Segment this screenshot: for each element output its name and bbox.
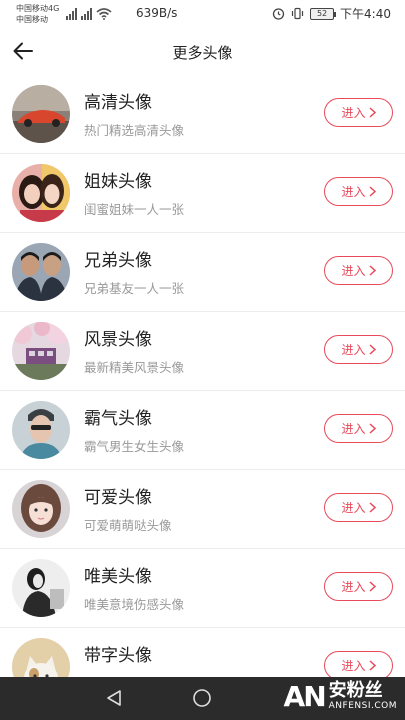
item-title: 霸气头像 bbox=[84, 409, 152, 429]
signal-group bbox=[66, 6, 112, 20]
nav-back-icon[interactable] bbox=[106, 689, 122, 707]
watermark-logo: AN bbox=[283, 680, 327, 713]
cat-with-text-avatar bbox=[12, 638, 70, 677]
item-title: 姐妹头像 bbox=[84, 172, 152, 192]
enter-label: 进入 bbox=[341, 659, 366, 673]
status-right: 52 下午4:40 bbox=[272, 5, 391, 22]
item-desc: 兄弟基友一人一张 bbox=[84, 281, 185, 296]
network-speed: 639B/s bbox=[136, 6, 178, 20]
chevron-right-icon bbox=[368, 265, 376, 276]
item-title: 唯美头像 bbox=[84, 567, 152, 587]
chevron-right-icon bbox=[368, 186, 376, 197]
cute-avatar bbox=[12, 480, 70, 538]
enter-button[interactable]: 进入 bbox=[324, 572, 393, 601]
chevron-right-icon bbox=[368, 344, 376, 355]
domineering-avatar bbox=[12, 401, 70, 459]
enter-label: 进入 bbox=[341, 264, 366, 278]
item-desc: 霸气男生女生头像 bbox=[84, 439, 185, 454]
list-item-cute[interactable]: 可爱头像 可爱萌萌哒头像 进入 bbox=[0, 470, 405, 549]
list-item-domineering[interactable]: 霸气头像 霸气男生女生头像 进入 bbox=[0, 391, 405, 470]
list-item-brothers[interactable]: 兄弟头像 兄弟基友一人一张 进入 bbox=[0, 233, 405, 312]
brothers-avatar bbox=[12, 243, 70, 301]
chevron-right-icon bbox=[368, 660, 376, 671]
sisters-avatar bbox=[12, 164, 70, 222]
watermark: AN 安粉丝 ANFENSI.COM bbox=[284, 680, 397, 713]
list-item-text[interactable]: 带字头像 进入 bbox=[0, 628, 405, 677]
wifi-icon bbox=[96, 8, 112, 20]
aesthetic-avatar bbox=[12, 559, 70, 617]
list-item-hd[interactable]: 高清头像 热门精选高清头像 进入 bbox=[0, 75, 405, 154]
enter-button[interactable]: 进入 bbox=[324, 651, 393, 677]
enter-button[interactable]: 进入 bbox=[324, 177, 393, 206]
enter-label: 进入 bbox=[341, 580, 366, 594]
enter-button[interactable]: 进入 bbox=[324, 493, 393, 522]
item-title: 带字头像 bbox=[84, 646, 152, 666]
system-nav-bar: AN 安粉丝 ANFENSI.COM bbox=[0, 677, 405, 720]
chevron-right-icon bbox=[368, 107, 376, 118]
enter-label: 进入 bbox=[341, 185, 366, 199]
chevron-right-icon bbox=[368, 502, 376, 513]
enter-label: 进入 bbox=[341, 343, 366, 357]
list-item-aesthetic[interactable]: 唯美头像 唯美意境伤感头像 进入 bbox=[0, 549, 405, 628]
carrier-1: 中国移动4G bbox=[16, 4, 60, 13]
enter-label: 进入 bbox=[341, 422, 366, 436]
alarm-icon bbox=[272, 8, 285, 20]
list-item-scenery[interactable]: 风景头像 最新精美风景头像 进入 bbox=[0, 312, 405, 391]
vibrate-icon bbox=[291, 7, 304, 20]
item-title: 兄弟头像 bbox=[84, 251, 152, 271]
sports-car-avatar bbox=[12, 85, 70, 143]
enter-label: 进入 bbox=[341, 106, 366, 120]
item-desc: 可爱萌萌哒头像 bbox=[84, 518, 172, 533]
avatar-category-list: 高清头像 热门精选高清头像 进入 姐妹头像 闺蜜姐妹一人一张 进入 兄弟头像 兄… bbox=[0, 75, 405, 677]
carrier-info: 中国移动4G 中国移动 bbox=[16, 3, 59, 25]
enter-button[interactable]: 进入 bbox=[324, 98, 393, 127]
battery-icon: 52 bbox=[310, 7, 337, 20]
clock: 下午4:40 bbox=[340, 7, 391, 21]
enter-button[interactable]: 进入 bbox=[324, 335, 393, 364]
item-title: 可爱头像 bbox=[84, 488, 152, 508]
watermark-text: 安粉丝 ANFENSI.COM bbox=[329, 682, 397, 711]
scenery-avatar bbox=[12, 322, 70, 380]
item-desc: 闺蜜姐妹一人一张 bbox=[84, 202, 185, 217]
watermark-cn: 安粉丝 bbox=[328, 680, 383, 701]
item-desc: 唯美意境伤感头像 bbox=[84, 597, 185, 612]
chevron-right-icon bbox=[368, 423, 376, 434]
enter-label: 进入 bbox=[341, 501, 366, 515]
enter-button[interactable]: 进入 bbox=[324, 414, 393, 443]
item-desc: 最新精美风景头像 bbox=[84, 360, 185, 375]
carrier-2: 中国移动 bbox=[16, 15, 48, 24]
status-bar: 中国移动4G 中国移动 639B/s 52 下午4:40 bbox=[0, 0, 405, 30]
signal-icon bbox=[66, 8, 77, 20]
nav-home-icon[interactable] bbox=[192, 688, 212, 708]
page-title: 更多头像 bbox=[172, 44, 233, 62]
header: 更多头像 bbox=[0, 30, 405, 72]
list-item-sisters[interactable]: 姐妹头像 闺蜜姐妹一人一张 进入 bbox=[0, 154, 405, 233]
signal-2-icon bbox=[81, 8, 92, 20]
item-title: 高清头像 bbox=[84, 93, 152, 113]
watermark-en: ANFENSI.COM bbox=[328, 701, 397, 711]
item-desc: 热门精选高清头像 bbox=[84, 123, 185, 138]
chevron-right-icon bbox=[368, 581, 376, 592]
enter-button[interactable]: 进入 bbox=[324, 256, 393, 285]
item-title: 风景头像 bbox=[84, 330, 152, 350]
